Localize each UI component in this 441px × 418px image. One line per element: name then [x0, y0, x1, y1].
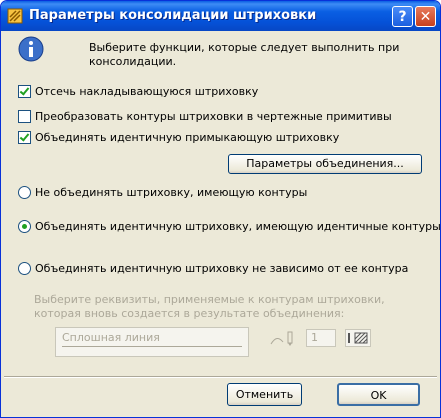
help-button[interactable]: ?: [392, 6, 413, 27]
checkbox-clip-overlap[interactable]: Отсечь накладывающуюся штриховку: [18, 85, 258, 98]
fill-pattern-icon: [348, 332, 368, 344]
checkbox-box[interactable]: [18, 110, 31, 123]
dialog-window: Параметры консолидации штриховки ? ✕ Выб…: [0, 0, 441, 418]
radio-merge-any-contour[interactable]: Объединять идентичную штриховку не завис…: [18, 262, 408, 275]
radio-label: Объединять идентичную штриховку, имеющую…: [35, 220, 441, 233]
separator: [4, 376, 437, 378]
props-text: Выберите реквизиты, применяемые к контур…: [34, 293, 385, 320]
fill-pattern-button[interactable]: [345, 329, 371, 347]
checkbox-box[interactable]: [18, 85, 31, 98]
checkbox-label: Объединять идентичную примыкающую штрихо…: [35, 131, 340, 144]
checkbox-box[interactable]: [18, 131, 31, 144]
radio-label: Объединять идентичную штриховку не завис…: [35, 262, 409, 275]
line-type-dropdown[interactable]: Сплошная линия: [55, 327, 249, 357]
line-sample: [62, 346, 242, 347]
radio-no-merge[interactable]: Не объединять штриховку, имеющую контуры: [18, 186, 307, 199]
radio-dot[interactable]: [18, 262, 31, 275]
app-icon: [7, 8, 23, 24]
checkbox-merge-adjacent[interactable]: Объединять идентичную примыкающую штрихо…: [18, 131, 339, 144]
checkbox-label: Преобразовать контуры штриховки в чертеж…: [35, 110, 392, 123]
title-bar[interactable]: Параметры консолидации штриховки ? ✕: [1, 1, 440, 31]
window-title: Параметры консолидации штриховки: [29, 8, 317, 23]
radio-dot[interactable]: [18, 186, 31, 199]
pen-number-field[interactable]: 1: [306, 329, 336, 347]
merge-params-button[interactable]: Параметры объединения...: [228, 154, 422, 174]
line-type-label: Сплошная линия: [62, 331, 160, 344]
intro-text: Выберите функции, которые следует выполн…: [89, 41, 400, 68]
checkbox-convert-contours[interactable]: Преобразовать контуры штриховки в чертеж…: [18, 110, 392, 123]
cancel-button[interactable]: Отменить: [227, 383, 302, 406]
checkbox-label: Отсечь накладывающуюся штриховку: [35, 85, 259, 98]
info-icon: [18, 36, 44, 62]
radio-dot[interactable]: [18, 220, 31, 233]
close-button[interactable]: ✕: [415, 6, 436, 27]
radio-merge-identical-contours[interactable]: Объединять идентичную штриховку, имеющую…: [18, 220, 441, 233]
radio-label: Не объединять штриховку, имеющую контуры: [35, 186, 308, 199]
ok-button[interactable]: OK: [337, 383, 420, 406]
pen-icon: [270, 331, 293, 346]
